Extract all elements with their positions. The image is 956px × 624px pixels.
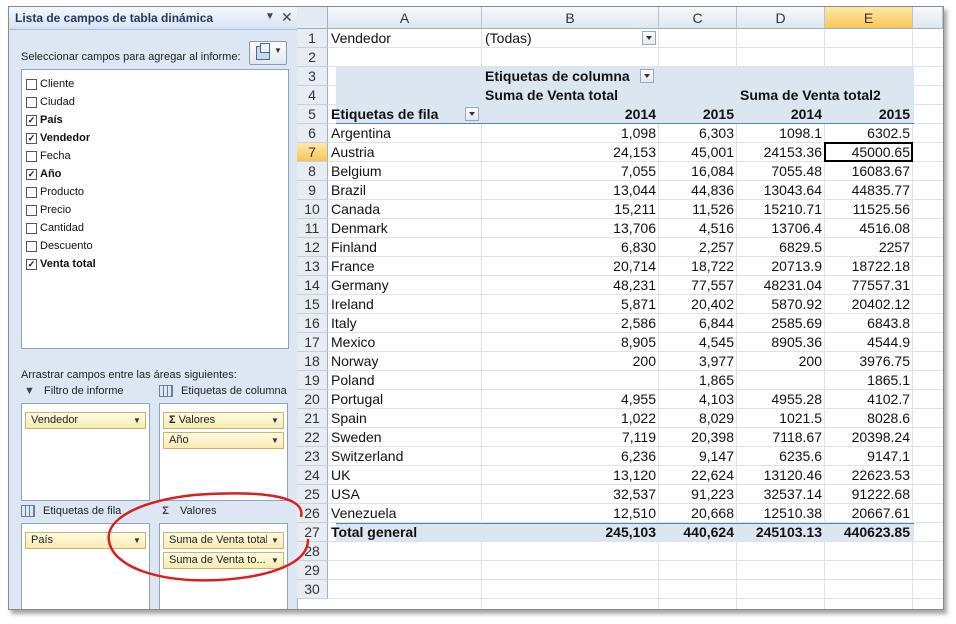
annotation-ellipse-overlay (107, 492, 310, 582)
annotation-ellipse (107, 492, 310, 582)
screenshot-frame: Lista de campos de tabla dinámica ▼ ✕ Se… (8, 6, 944, 610)
